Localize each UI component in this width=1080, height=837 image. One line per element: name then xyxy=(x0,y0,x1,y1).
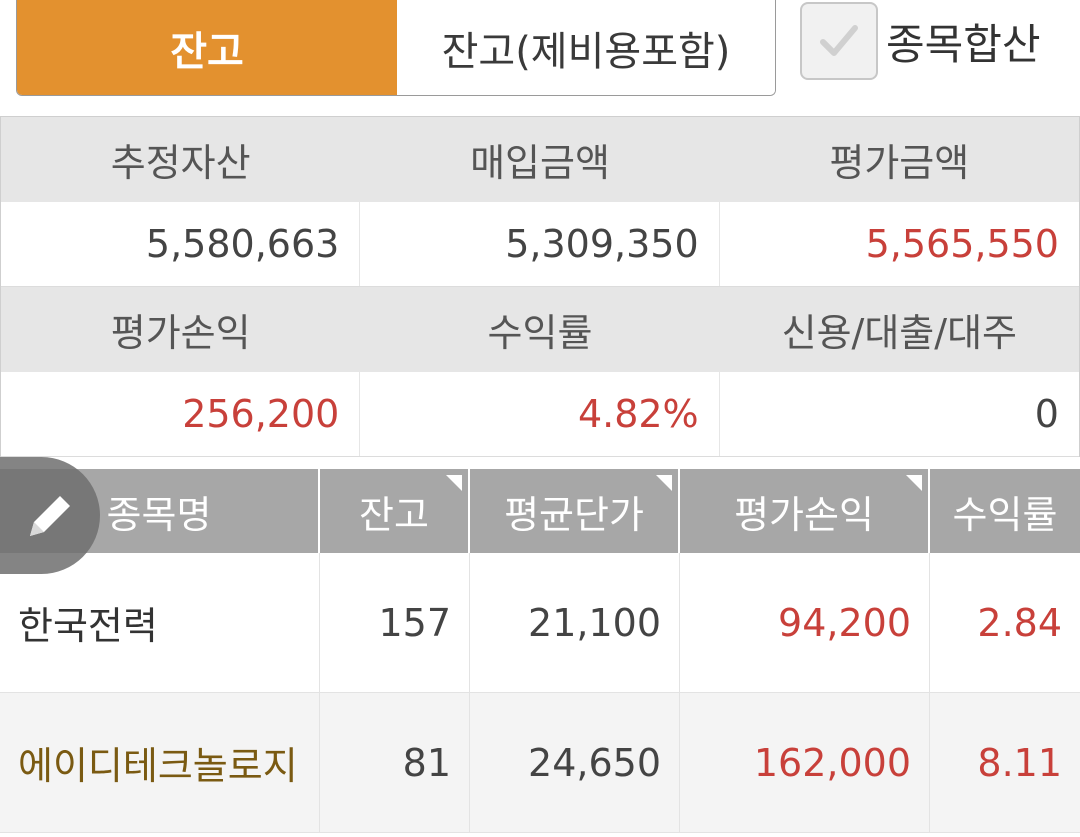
stock-name: 에이디테크놀로지 xyxy=(0,693,320,832)
balance-tab-bar: 잔고 잔고(제비용포함) xyxy=(16,0,776,96)
stock-rate: 8.11 xyxy=(977,740,1062,785)
summary-value-row: 5,580,663 5,309,350 5,565,550 xyxy=(1,202,1079,287)
return-rate-value: 4.82% xyxy=(360,372,720,456)
estimated-assets-label: 추정자산 xyxy=(110,141,251,185)
column-header-quantity-label: 잔고 xyxy=(359,492,429,537)
account-summary: 추정자산 매입금액 평가금액 5,580,663 5,309,350 5,565… xyxy=(0,116,1080,457)
stock-pnl: 162,000 xyxy=(680,693,930,832)
valuation-amount-label: 평가금액 xyxy=(829,141,970,185)
table-row[interactable]: 에이디테크놀로지 81 24,650 162,000 8.11 xyxy=(0,693,1080,833)
valuation-pnl-label: 평가손익 xyxy=(110,311,251,355)
stock-rate: 2.84 xyxy=(977,600,1062,645)
tab-balance[interactable]: 잔고 xyxy=(17,0,397,95)
pencil-icon xyxy=(30,495,70,536)
stock-avg-price: 24,650 xyxy=(470,693,680,832)
column-header-quantity[interactable]: 잔고 xyxy=(320,469,470,553)
credit-loan-label: 신용/대출/대주 xyxy=(781,311,1017,355)
column-header-pnl-label: 평가손익 xyxy=(734,492,874,537)
column-header-avg-price-label: 평균단가 xyxy=(504,492,644,537)
column-header-avg-price[interactable]: 평균단가 xyxy=(470,469,680,553)
merge-stocks-label: 종목합산 xyxy=(886,19,1041,69)
stock-pnl: 94,200 xyxy=(680,553,930,692)
credit-loan-value: 0 xyxy=(1034,392,1059,436)
valuation-pnl-value: 256,200 xyxy=(1,372,361,456)
summary-header-row: 평가손익 수익률 신용/대출/대주 xyxy=(1,287,1079,372)
holdings-header-row: 종목명 잔고 평균단가 평가손익 수익률 xyxy=(0,469,1080,553)
stock-avg-price: 21,100 xyxy=(470,553,680,692)
sort-indicator-icon xyxy=(656,475,672,491)
stock-quantity: 81 xyxy=(320,693,470,832)
summary-value-row: 256,200 4.82% 0 xyxy=(1,372,1079,457)
valuation-amount-value: 5,565,550 xyxy=(865,222,1059,266)
holdings-table: 종목명 잔고 평균단가 평가손익 수익률 한국전력 157 21,100 94,… xyxy=(0,469,1080,833)
sort-indicator-icon xyxy=(906,475,922,491)
purchase-amount-value: 5,309,350 xyxy=(360,202,720,286)
stock-quantity: 157 xyxy=(320,553,470,692)
column-header-pnl[interactable]: 평가손익 xyxy=(680,469,930,553)
table-row[interactable]: 한국전력 157 21,100 94,200 2.84 xyxy=(0,553,1080,693)
check-icon xyxy=(820,25,858,56)
tab-balance-with-fees[interactable]: 잔고(제비용포함) xyxy=(397,0,775,95)
return-rate-label: 수익률 xyxy=(487,311,593,355)
merge-stocks-checkbox[interactable]: 종목합산 xyxy=(800,2,1041,80)
estimated-assets-value: 5,580,663 xyxy=(1,202,361,286)
checkbox-box[interactable] xyxy=(800,2,878,80)
purchase-amount-label: 매입금액 xyxy=(470,141,610,185)
summary-header-row: 추정자산 매입금액 평가금액 xyxy=(1,117,1079,202)
sort-indicator-icon xyxy=(446,475,462,491)
stock-name: 한국전력 xyxy=(0,553,320,692)
column-header-rate[interactable]: 수익률 xyxy=(930,469,1080,553)
